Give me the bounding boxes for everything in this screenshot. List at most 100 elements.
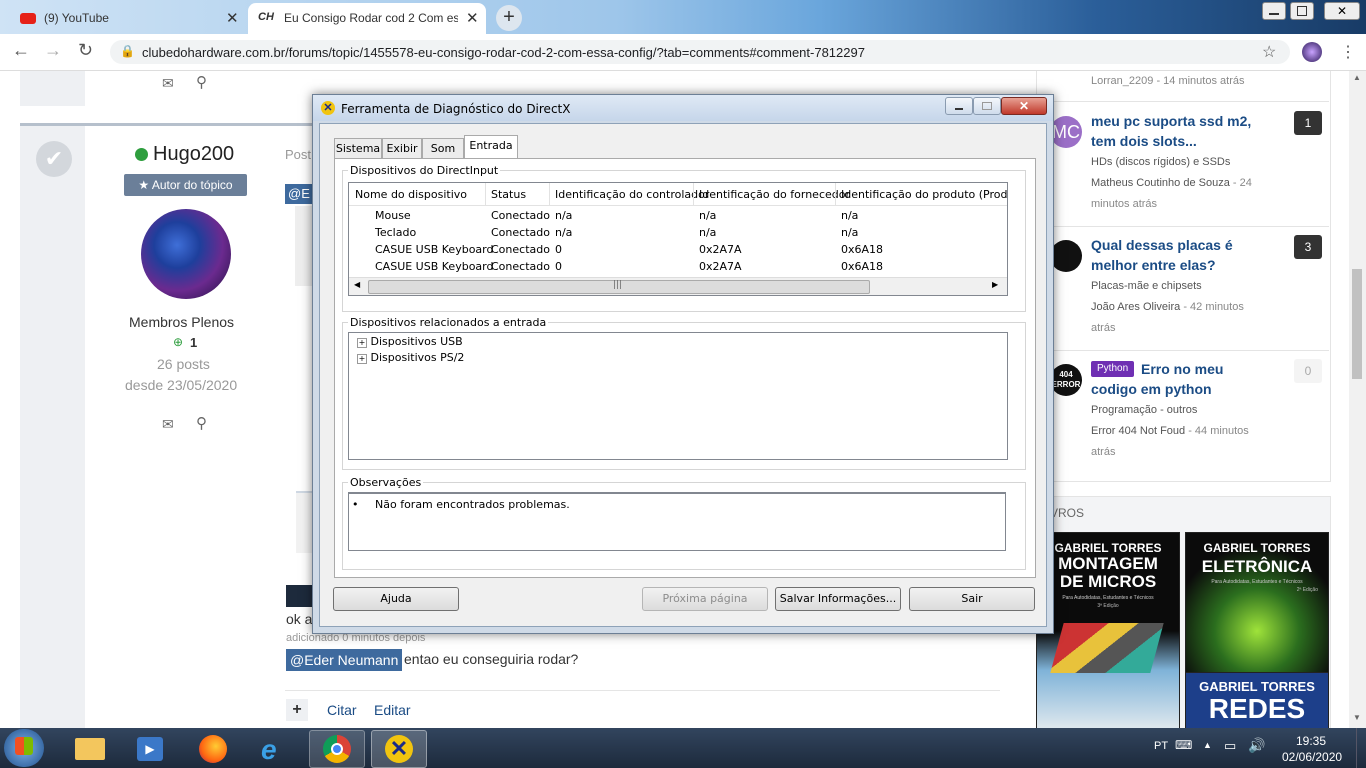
column-header[interactable]: Identificação do produto (Product I: [841, 188, 1007, 201]
table-row[interactable]: Teclado Conectado n/a n/a n/a: [349, 226, 1007, 243]
tree-item[interactable]: + Dispositivos USB: [357, 335, 463, 348]
directx-taskbar-icon[interactable]: ✕: [371, 730, 427, 768]
expand-icon[interactable]: +: [357, 354, 367, 364]
reputation-plus-icon: ⊕: [173, 335, 184, 349]
topic-category[interactable]: HDs (discos rígidos) e SSDs: [1091, 152, 1230, 173]
explorer-icon[interactable]: [63, 730, 117, 766]
show-desktop-button[interactable]: [1356, 728, 1366, 768]
topic-category[interactable]: Placas-mãe e chipsets: [1091, 276, 1202, 297]
reload-icon[interactable]: ↻: [78, 40, 93, 61]
scroll-left-icon[interactable]: ◀: [354, 280, 360, 289]
envelope-icon[interactable]: ✉: [162, 75, 174, 92]
table-row[interactable]: CASUE USB Keyboard Conectado 0 0x2A7A 0x…: [349, 260, 1007, 277]
topic-user[interactable]: Matheus Coutinho de Souza: [1091, 177, 1230, 189]
start-button[interactable]: [4, 729, 44, 767]
maximize-button[interactable]: [973, 97, 1001, 115]
tab-exibir[interactable]: Exibir: [382, 138, 422, 159]
close-icon[interactable]: ✕: [466, 9, 479, 27]
quote-link[interactable]: Citar: [327, 702, 357, 718]
topic-user[interactable]: Error 404 Not Foud: [1091, 425, 1185, 437]
sidebar-item[interactable]: MC meu pc suporta ssd m2, tem dois slots…: [1036, 102, 1329, 226]
book-redes[interactable]: GABRIEL TORRES REDES: [1185, 672, 1329, 730]
scroll-thumb[interactable]: |||: [368, 280, 870, 294]
book-subtitle: Para Autodidatas, Estudantes e Técnicos: [1211, 579, 1303, 585]
language-indicator[interactable]: PT: [1154, 740, 1168, 752]
expand-icon[interactable]: +: [357, 338, 367, 348]
internet-explorer-icon[interactable]: e: [248, 730, 302, 766]
star-icon[interactable]: ☆: [1262, 42, 1276, 62]
notes-box[interactable]: • Não foram encontrados problemas.: [348, 492, 1006, 551]
save-info-button[interactable]: Salvar Informações...: [775, 587, 901, 611]
book-montagem-de-micros[interactable]: GABRIEL TORRES MONTAGEM DE MICROS Para A…: [1036, 532, 1180, 730]
minimize-icon: [955, 108, 963, 110]
multiquote-button[interactable]: +: [286, 699, 308, 721]
book-eletronica[interactable]: GABRIEL TORRES ELETRÔNICA Para Autodidat…: [1185, 532, 1329, 674]
scroll-up-icon[interactable]: ▲: [1353, 73, 1361, 82]
tab-sistema[interactable]: Sistema: [334, 138, 382, 159]
sidebar-item[interactable]: Qual dessas placas é melhor entre elas? …: [1036, 226, 1329, 350]
sidebar-item[interactable]: 404 ERROR Python Erro no meu codigo em p…: [1036, 350, 1329, 480]
topic-title[interactable]: meu pc suporta ssd m2, tem dois slots...: [1091, 111, 1261, 151]
best-answer-check-icon[interactable]: ✔: [36, 141, 72, 177]
envelope-icon[interactable]: ✉: [162, 416, 174, 433]
reply-count: 0: [1294, 359, 1322, 383]
tab-som[interactable]: Som: [422, 138, 464, 159]
menu-icon[interactable]: ⋮: [1340, 42, 1356, 62]
new-tab-button[interactable]: +: [496, 5, 522, 31]
search-icon[interactable]: ⚲: [196, 73, 207, 91]
chrome-icon[interactable]: [309, 730, 365, 768]
profile-avatar[interactable]: [1302, 42, 1322, 62]
dxdiag-titlebar[interactable]: ✕ Ferramenta de Diagnóstico do DirectX ✕: [313, 95, 1053, 121]
member-since: desde 23/05/2020: [125, 377, 238, 393]
minimize-button[interactable]: [1262, 2, 1286, 20]
page-scrollbar[interactable]: ▲ ▼: [1349, 71, 1366, 728]
topic-title[interactable]: Qual dessas placas é melhor entre elas?: [1091, 235, 1261, 275]
related-devices-tree[interactable]: + Dispositivos USB + Dispositivos PS/2: [348, 332, 1008, 460]
back-arrow-icon[interactable]: ←: [12, 40, 30, 61]
show-hidden-icons-icon[interactable]: ▲: [1203, 740, 1212, 750]
exit-button[interactable]: Sair: [909, 587, 1035, 611]
column-header[interactable]: Identificação do controlador: [555, 188, 709, 201]
horizontal-scrollbar[interactable]: ◀ ||| ▶: [349, 277, 1007, 295]
tab-youtube[interactable]: (9) YouTube ✕: [8, 3, 244, 34]
author-name[interactable]: Hugo200: [153, 143, 234, 166]
mention-link[interactable]: @Eder Neumann: [286, 649, 403, 671]
forward-arrow-icon[interactable]: →: [44, 40, 62, 61]
book-edition: 2ª Edição: [1296, 587, 1318, 593]
column-header[interactable]: Status: [491, 188, 526, 201]
maximize-button[interactable]: [1290, 2, 1314, 20]
table-row[interactable]: CASUE USB Keyboard Conectado 0 0x2A7A 0x…: [349, 243, 1007, 260]
url-field[interactable]: 🔒 clubedohardware.com.br/forums/topic/14…: [110, 40, 1290, 64]
tab-entrada[interactable]: Entrada: [464, 135, 518, 160]
folder-icon: [75, 738, 105, 760]
scroll-right-icon[interactable]: ▶: [992, 280, 998, 289]
firefox-icon[interactable]: [186, 730, 240, 766]
network-icon[interactable]: ▭: [1224, 738, 1236, 754]
media-player-icon[interactable]: ▶: [123, 730, 177, 766]
help-button[interactable]: Ajuda: [333, 587, 459, 611]
clock-time[interactable]: 19:35: [1296, 734, 1326, 748]
topic-category[interactable]: Programação - outros: [1091, 400, 1197, 421]
avatar[interactable]: [141, 209, 231, 299]
scroll-down-icon[interactable]: ▼: [1353, 713, 1361, 722]
directinput-list[interactable]: Nome do dispositivo Status Identificação…: [348, 182, 1008, 296]
edit-link[interactable]: Editar: [374, 702, 411, 718]
topic-user[interactable]: João Ares Oliveira: [1091, 301, 1180, 313]
next-page-button[interactable]: Próxima página: [642, 587, 768, 611]
close-icon[interactable]: ✕: [226, 9, 239, 27]
close-button[interactable]: ✕: [1001, 97, 1047, 115]
scroll-thumb[interactable]: [1352, 269, 1362, 379]
table-row[interactable]: Mouse Conectado n/a n/a n/a: [349, 209, 1007, 226]
column-header[interactable]: Nome do dispositivo: [355, 188, 467, 201]
cell: n/a: [555, 226, 573, 239]
tab-forum[interactable]: CH Eu Consigo Rodar cod 2 Com ess ✕: [248, 3, 486, 34]
clock-date[interactable]: 02/06/2020: [1282, 750, 1342, 764]
search-icon[interactable]: ⚲: [196, 414, 207, 432]
column-header[interactable]: Identificação do fornecedor: [699, 188, 850, 201]
keyboard-icon[interactable]: ⌨: [1175, 738, 1192, 752]
minimize-button[interactable]: [945, 97, 973, 115]
tree-item[interactable]: + Dispositivos PS/2: [357, 351, 464, 364]
close-window-button[interactable]: ✕: [1324, 2, 1360, 20]
volume-icon[interactable]: 🔊: [1248, 737, 1265, 754]
topic-title[interactable]: Erro no meu codigo em python: [1091, 359, 1226, 399]
